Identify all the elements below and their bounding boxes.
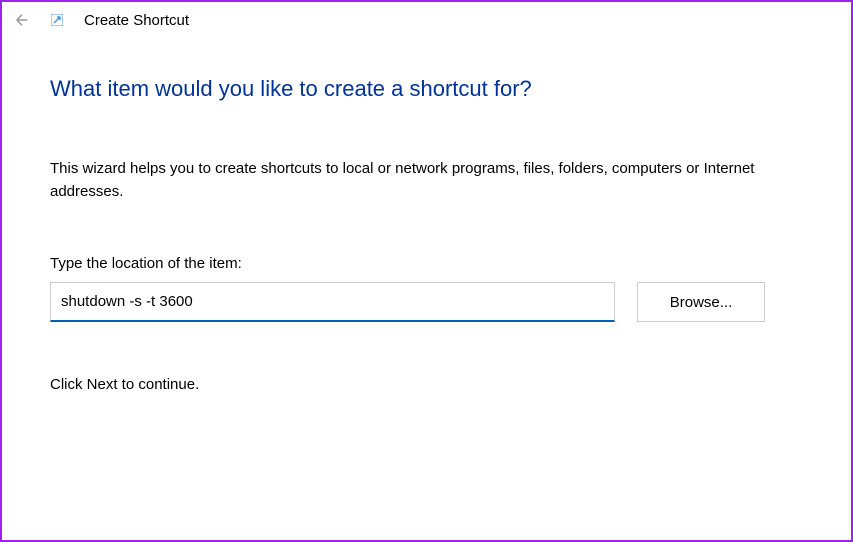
back-arrow-icon[interactable] xyxy=(12,10,32,30)
location-input[interactable] xyxy=(50,282,615,322)
shortcut-icon xyxy=(50,13,64,27)
wizard-header: Create Shortcut xyxy=(2,2,851,38)
page-heading: What item would you like to create a sho… xyxy=(50,76,803,102)
wizard-content: What item would you like to create a sho… xyxy=(2,38,851,393)
wizard-description: This wizard helps you to create shortcut… xyxy=(50,158,803,203)
location-input-label: Type the location of the item: xyxy=(50,255,803,272)
window-title: Create Shortcut xyxy=(84,12,189,29)
browse-button[interactable]: Browse... xyxy=(637,282,765,322)
continue-instruction: Click Next to continue. xyxy=(50,376,803,393)
input-row: Browse... xyxy=(50,282,803,322)
